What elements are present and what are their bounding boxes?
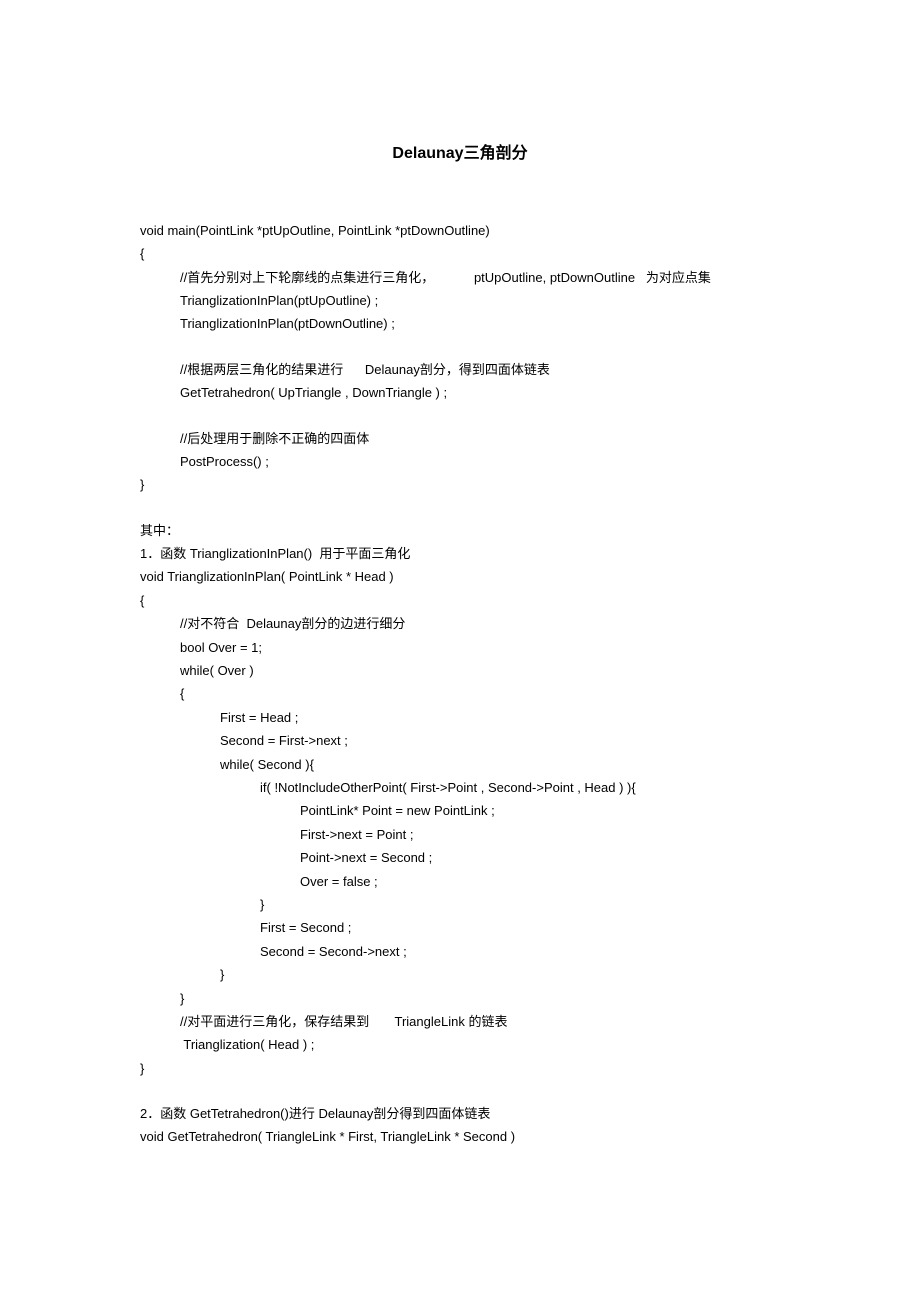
- code-line: //首先分别对上下轮廓线的点集进行三角化， ptUpOutline, ptDow…: [140, 266, 780, 289]
- code-body: void main(PointLink *ptUpOutline, PointL…: [140, 219, 780, 1149]
- code-line: GetTetrahedron( UpTriangle , DownTriangl…: [140, 381, 780, 404]
- code-line: }: [140, 1057, 780, 1080]
- code-line: First = Head ;: [140, 706, 780, 729]
- code-line: }: [140, 987, 780, 1010]
- code-line: 2．函数 GetTetrahedron()进行 Delaunay剖分得到四面体链…: [140, 1102, 780, 1125]
- code-line: }: [140, 963, 780, 986]
- code-line: //根据两层三角化的结果进行 Delaunay剖分，得到四面体链表: [140, 358, 780, 381]
- code-line: //后处理用于删除不正确的四面体: [140, 427, 780, 450]
- code-line: if( !NotIncludeOtherPoint( First->Point …: [140, 776, 780, 799]
- code-line: void GetTetrahedron( TriangleLink * Firs…: [140, 1125, 780, 1148]
- code-line: {: [140, 242, 780, 265]
- code-line: 其中：: [140, 519, 780, 542]
- code-line: Trianglization( Head ) ;: [140, 1033, 780, 1056]
- blank-line: [140, 405, 780, 427]
- document-page: Delaunay三角剖分 void main(PointLink *ptUpOu…: [0, 0, 920, 1301]
- code-line: while( Second ){: [140, 753, 780, 776]
- code-line: PostProcess() ;: [140, 450, 780, 473]
- code-line: }: [140, 473, 780, 496]
- code-line: Second = First->next ;: [140, 729, 780, 752]
- code-line: Second = Second->next ;: [140, 940, 780, 963]
- code-line: void main(PointLink *ptUpOutline, PointL…: [140, 219, 780, 242]
- code-line: TrianglizationInPlan(ptDownOutline) ;: [140, 312, 780, 335]
- blank-line: [140, 1080, 780, 1102]
- code-line: 1．函数 TrianglizationInPlan() 用于平面三角化: [140, 542, 780, 565]
- code-line: First->next = Point ;: [140, 823, 780, 846]
- blank-line: [140, 336, 780, 358]
- code-line: //对不符合 Delaunay剖分的边进行细分: [140, 612, 780, 635]
- code-line: {: [140, 589, 780, 612]
- code-line: PointLink* Point = new PointLink ;: [140, 799, 780, 822]
- code-line: Over = false ;: [140, 870, 780, 893]
- code-line: bool Over = 1;: [140, 636, 780, 659]
- code-line: //对平面进行三角化，保存结果到 TriangleLink 的链表: [140, 1010, 780, 1033]
- document-title: Delaunay三角剖分: [140, 140, 780, 169]
- code-line: TrianglizationInPlan(ptUpOutline) ;: [140, 289, 780, 312]
- code-line: void TrianglizationInPlan( PointLink * H…: [140, 565, 780, 588]
- code-line: {: [140, 682, 780, 705]
- code-line: Point->next = Second ;: [140, 846, 780, 869]
- code-line: }: [140, 893, 780, 916]
- code-line: First = Second ;: [140, 916, 780, 939]
- code-line: while( Over ): [140, 659, 780, 682]
- blank-line: [140, 497, 780, 519]
